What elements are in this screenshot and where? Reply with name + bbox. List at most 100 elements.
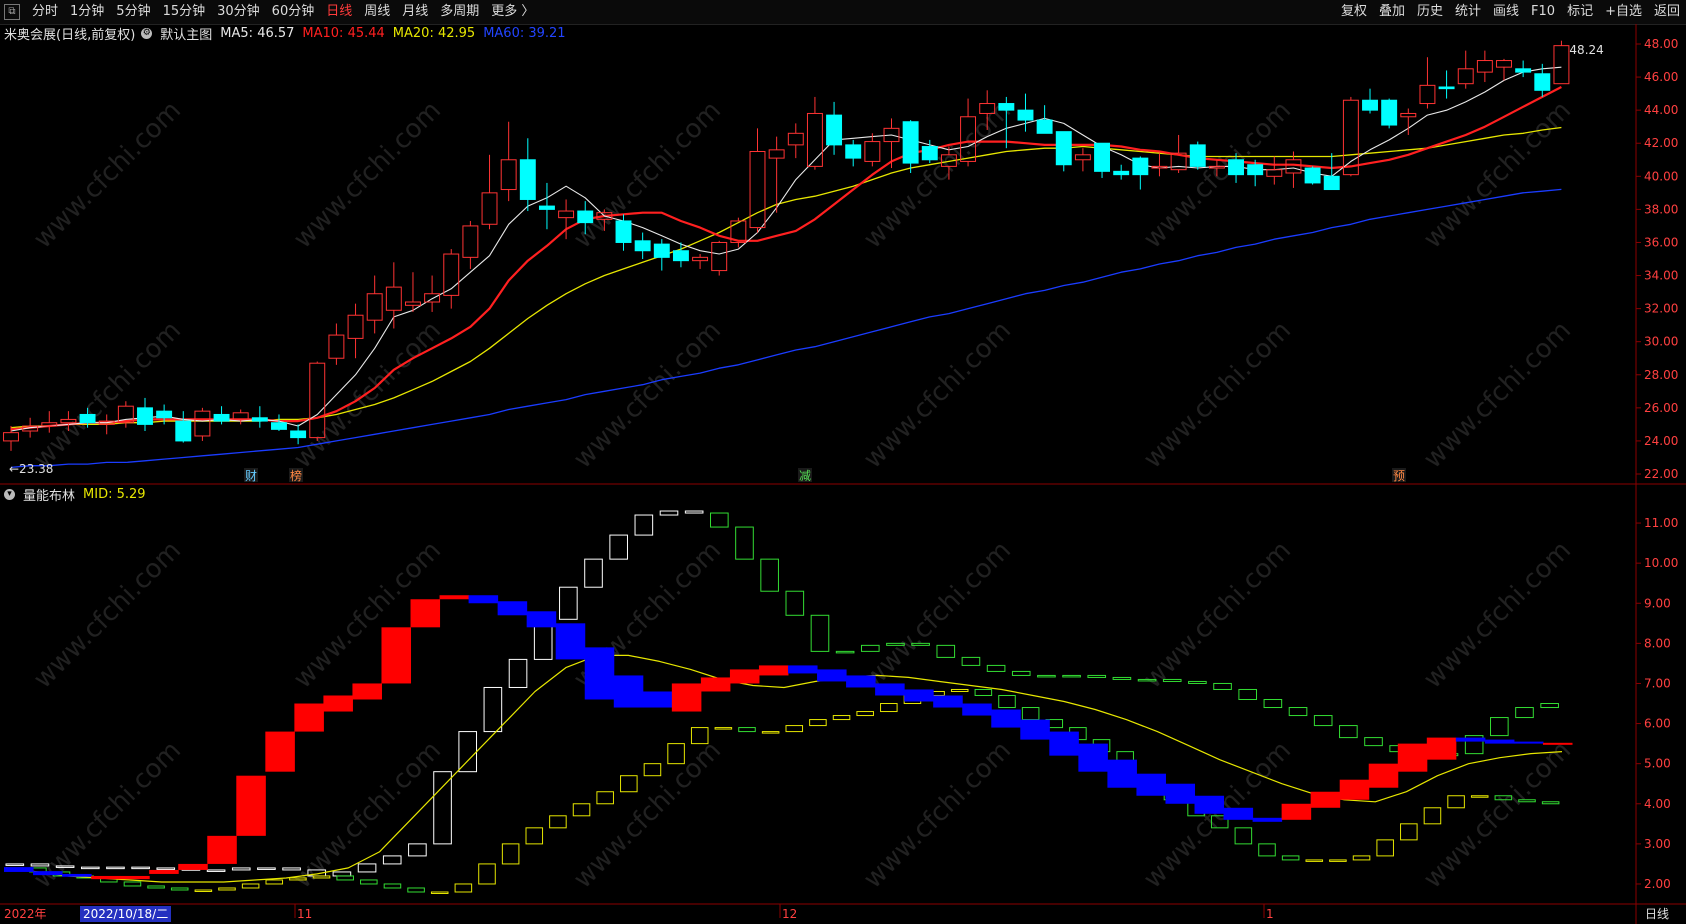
band-block — [1484, 739, 1515, 744]
upper-band-box — [30, 863, 50, 867]
lower-band-box — [974, 688, 993, 696]
y-tick-label: 6.00 — [1644, 717, 1671, 731]
ma10-polyline — [10, 86, 1562, 431]
candle-body — [634, 240, 651, 252]
band-block — [352, 683, 382, 700]
candle-body — [1228, 159, 1244, 176]
band-block — [875, 683, 905, 696]
ma5-line — [10, 66, 1562, 432]
band-block — [758, 665, 789, 676]
candle-body — [711, 241, 728, 272]
upper-band-box — [458, 731, 478, 773]
lower-band-box — [454, 883, 473, 893]
candle-body — [462, 225, 479, 258]
ma60-line — [10, 188, 1562, 469]
period-indicator[interactable]: 日线 — [1645, 906, 1669, 922]
upper-band-box — [659, 510, 679, 516]
lower-band-box — [1376, 839, 1394, 857]
band-block — [1368, 763, 1399, 788]
lower-band-box — [1281, 855, 1300, 861]
lower-band-box — [1400, 823, 1418, 841]
upper-band-box — [357, 863, 377, 873]
upper-band-box — [1263, 699, 1283, 709]
month-label-jan: 1 — [1266, 907, 1274, 921]
ma20-line — [10, 126, 1562, 429]
band-block — [1049, 731, 1079, 756]
candle-body — [558, 210, 575, 219]
band-block — [1310, 791, 1341, 808]
lower-band-box — [383, 883, 402, 889]
lower-band-box — [596, 791, 614, 805]
upper-band-box — [1540, 703, 1559, 709]
lower-band-box — [620, 775, 638, 793]
candle-body — [79, 413, 96, 424]
band-block — [904, 689, 934, 702]
candle-body — [424, 293, 441, 303]
chart-canvas[interactable]: 48.00 46.00 44.00 42.00 40.00 38.00 36.00 34.00… — [0, 0, 1686, 924]
upper-band-box — [5, 863, 25, 866]
lower-band-box — [809, 719, 827, 727]
lower-band-box — [761, 731, 780, 734]
upper-band-box — [257, 867, 276, 870]
candle-body — [692, 256, 709, 262]
lower-band-box — [1352, 855, 1371, 861]
candle-body — [1285, 159, 1302, 174]
y-tick-label: 7.00 — [1644, 676, 1671, 690]
upper-band-box — [1213, 682, 1232, 690]
upper-band-box — [1037, 674, 1056, 678]
lower-band-box — [336, 875, 354, 881]
band-block — [933, 695, 963, 708]
candle-body — [845, 144, 862, 159]
upper-band-box — [1238, 688, 1258, 701]
sub-y-axis: 11.00 10.00 9.00 8.00 7.00 6.00 5.00 4.00 3.00 2.… — [1636, 516, 1678, 891]
upper-band-box — [1011, 670, 1031, 676]
band-block — [613, 675, 644, 708]
upper-band-box — [1490, 717, 1509, 737]
candle-body — [1074, 154, 1091, 161]
upper-band-box — [911, 642, 930, 646]
y-tick-label: 40.00 — [1644, 169, 1678, 183]
y-tick-label: 22.00 — [1644, 467, 1678, 481]
lower-band-box — [572, 803, 591, 817]
lower-band-box — [147, 885, 165, 889]
candle-body — [1419, 84, 1436, 105]
y-tick-label: 10.00 — [1644, 556, 1678, 570]
candle-body — [251, 417, 268, 422]
band-block — [846, 675, 876, 688]
candle-body — [1304, 167, 1321, 184]
band-block — [1136, 773, 1166, 796]
y-tick-label: 4.00 — [1644, 797, 1671, 811]
lower-band-box — [832, 715, 851, 721]
band-block — [1223, 807, 1254, 820]
band-block — [817, 669, 847, 682]
candle-body — [538, 205, 555, 210]
y-tick-label: 24.00 — [1644, 434, 1678, 448]
candle-body — [979, 103, 996, 114]
band-block — [555, 623, 586, 660]
band-block — [1426, 737, 1457, 760]
upper-band-box — [961, 656, 981, 666]
lower-band-box — [1541, 801, 1560, 805]
y-tick-label: 8.00 — [1644, 636, 1671, 650]
candle-body — [921, 146, 938, 161]
lower-band-box — [478, 863, 496, 885]
upper-band-box — [684, 510, 704, 514]
y-tick-label: 34.00 — [1644, 269, 1678, 283]
band-block — [294, 703, 324, 732]
lower-band-box — [1021, 707, 1040, 721]
band-block — [265, 731, 295, 772]
band-block — [4, 867, 34, 872]
upper-band-box — [131, 866, 150, 870]
candle-body — [806, 112, 823, 167]
lower-band-box — [1329, 859, 1347, 862]
band-block — [1252, 817, 1283, 822]
candle-body — [1055, 131, 1072, 166]
band-block — [671, 683, 702, 712]
y-tick-label: 5.00 — [1644, 757, 1671, 771]
candle-body — [577, 210, 594, 224]
lower-band-box — [1234, 827, 1253, 845]
candle-body — [1036, 119, 1053, 134]
lower-band-box — [312, 875, 331, 879]
upper-band-box — [80, 866, 100, 870]
candle-body — [615, 220, 632, 243]
